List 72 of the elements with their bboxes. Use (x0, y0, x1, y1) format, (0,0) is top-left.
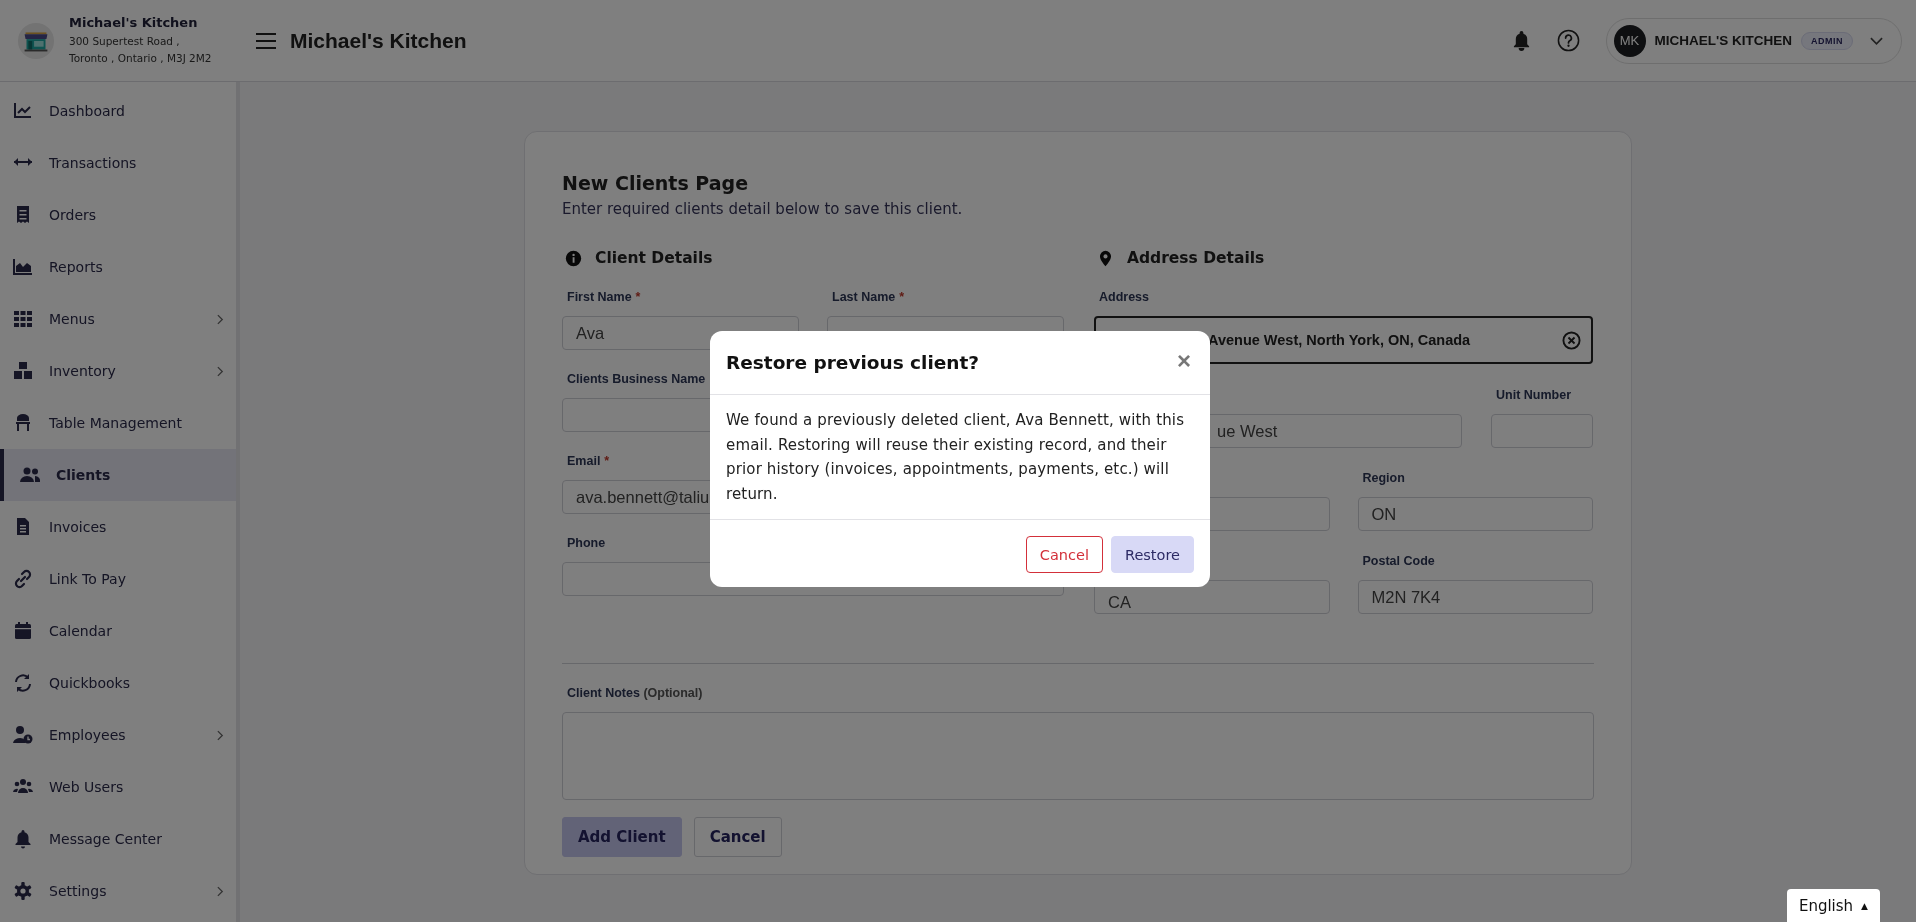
field-label: Address (1099, 290, 1150, 305)
menu-icon (256, 32, 276, 49)
chair-icon (13, 413, 33, 433)
chevron-down-icon (1870, 36, 1883, 45)
boxes-icon (13, 361, 33, 381)
restore-button[interactable]: Restore (1110, 536, 1194, 573)
sidebar-item[interactable]: Employees (0, 709, 236, 761)
sidebar-item[interactable]: Quickbooks (0, 657, 236, 709)
notifications-button[interactable] (1511, 30, 1531, 51)
user-clock-icon (13, 725, 33, 745)
sidebar-item[interactable]: Orders (0, 189, 236, 241)
help-button[interactable] (1556, 29, 1580, 52)
map-pin-icon (1097, 249, 1114, 267)
bell-icon (13, 829, 33, 849)
chart-line-icon (13, 101, 33, 121)
area-chart-icon (13, 257, 33, 277)
field-label: Last Name * (832, 290, 905, 305)
section-heading: Client Details (595, 249, 713, 267)
input-field[interactable] (1491, 414, 1593, 448)
input-field[interactable]: ON (1357, 497, 1593, 531)
sidebar-item[interactable]: Inventory (0, 345, 236, 397)
bell-icon (1511, 30, 1531, 51)
help-icon (1556, 29, 1580, 52)
sidebar-item[interactable]: Link To Pay (0, 553, 236, 605)
user-menu[interactable]: MK MICHAEL'S KITCHEN ADMIN (1605, 17, 1902, 64)
section-heading: Address Details (1127, 249, 1265, 267)
sidebar-item[interactable]: Table Management (0, 397, 236, 449)
page-title: Michael's Kitchen (290, 28, 467, 53)
sidebar-item[interactable]: Invoices (0, 501, 236, 553)
user-name: MICHAEL'S KITCHEN (1654, 33, 1792, 48)
field-label: Postal Code (1362, 554, 1435, 569)
sidebar-item[interactable]: Transactions (0, 137, 236, 189)
notes-field[interactable] (562, 712, 1594, 800)
store-name: Michael's Kitchen (69, 14, 199, 30)
sidebar-item[interactable]: Settings (0, 865, 236, 917)
field-label: Region (1362, 471, 1405, 486)
sidebar-item[interactable]: Message Center (0, 813, 236, 865)
field-label: Unit Number (1496, 388, 1571, 403)
field-label: Clients Business Name (567, 372, 706, 387)
cancel-button[interactable]: Cancel (1025, 536, 1103, 573)
store-icon (17, 21, 55, 60)
sidebar-item[interactable]: Reports (0, 241, 236, 293)
sidebar-item[interactable]: Web Users (0, 761, 236, 813)
settings-icon (13, 881, 33, 901)
grid-icon (13, 309, 33, 329)
field-label: Client Notes (Optional) (567, 686, 703, 701)
field-label: Email * (567, 454, 610, 469)
users-icon (20, 465, 40, 485)
field-label: Phone (567, 536, 606, 551)
dialog-title: Restore previous client? (726, 352, 980, 373)
dialog-message: We found a previously deleted client, Ava Bennett, with this email. Restoring will reuse their existing record, and their prior history (invoices, appointments, payments, etc.) will return. (710, 395, 1210, 520)
cancel-button[interactable]: Cancel (693, 817, 782, 857)
store-address: Toronto , Ontario , M3J 2M2 (69, 50, 212, 66)
clear-icon (1562, 330, 1581, 350)
calendar-icon (13, 621, 33, 641)
form-subtitle: Enter required clients detail below to save this client. (562, 200, 964, 218)
role-tag: ADMIN (1801, 31, 1853, 50)
store-address: 300 Supertest Road , (69, 33, 181, 49)
info-icon (565, 249, 582, 267)
form-title: New Clients Page (562, 172, 750, 194)
avatar: MK (1613, 24, 1646, 57)
sidebar-item[interactable]: Dashboard (0, 85, 236, 137)
input-field[interactable]: M2N 7K4 (1357, 580, 1593, 614)
add-button[interactable]: Add Client (562, 817, 682, 857)
sidebar-item[interactable]: Clients (0, 449, 236, 501)
menu-button[interactable] (256, 32, 276, 49)
link-icon (13, 569, 33, 589)
sync-icon (13, 673, 33, 693)
sidebar-item[interactable]: Calendar (0, 605, 236, 657)
field-label: First Name * (567, 290, 641, 305)
language-selector[interactable]: English ▲ (1786, 889, 1880, 922)
sidebar-item[interactable]: Menus (0, 293, 236, 345)
